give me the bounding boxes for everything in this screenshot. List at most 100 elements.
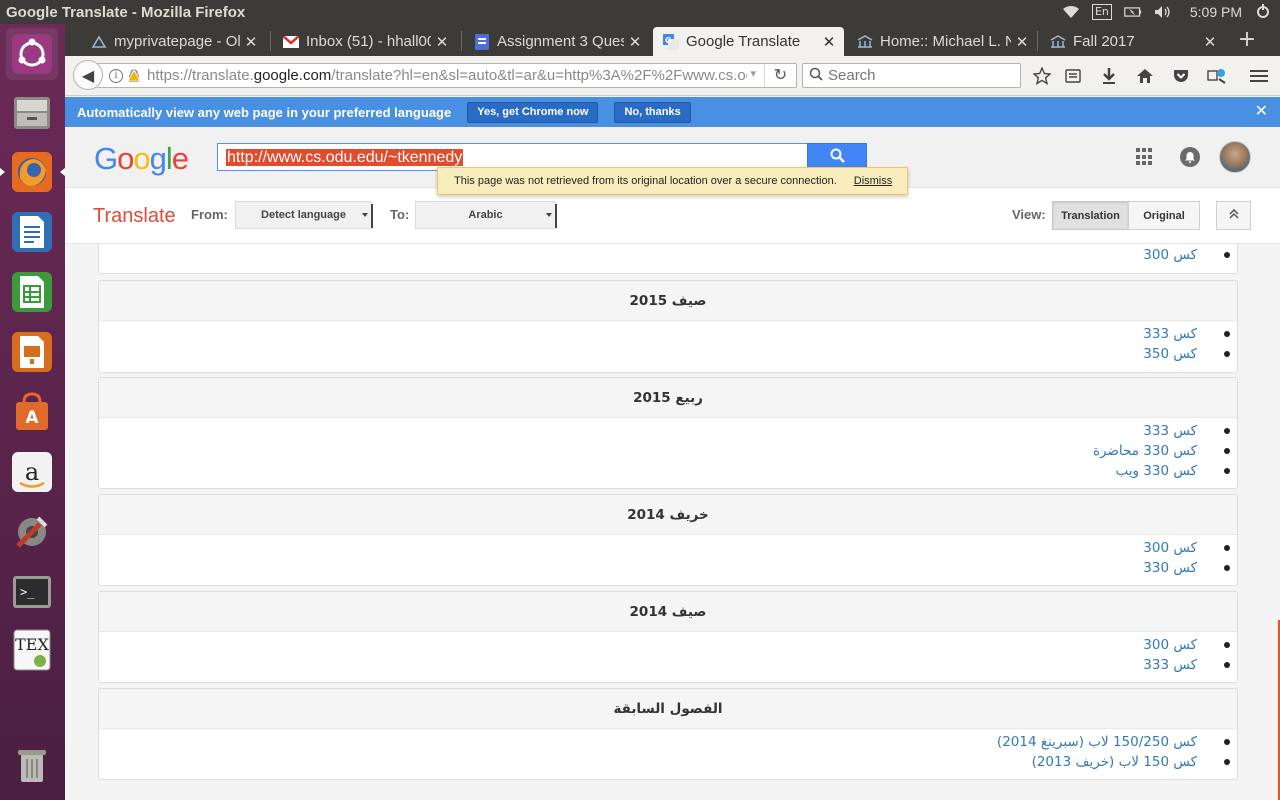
course-link[interactable]: كس 150 لاب (خريف 2013) (99, 752, 1230, 772)
course-link[interactable]: كس 350 (99, 344, 1230, 364)
from-label: From: (191, 207, 228, 222)
insecure-connection-notice: This page was not retrieved from its ori… (437, 167, 908, 195)
firefox-icon[interactable] (6, 146, 58, 198)
translate-icon: G (663, 33, 679, 50)
bookmark-star-icon[interactable] (1030, 64, 1054, 88)
tab-myprivatepage[interactable]: myprivatepage - Old ✕ (81, 27, 266, 56)
course-link[interactable]: كس 330 ويب (99, 461, 1230, 481)
libreoffice-writer-icon[interactable] (6, 206, 58, 258)
hamburger-menu-icon[interactable] (1247, 64, 1271, 88)
select-edge (371, 204, 373, 228)
tab-divider (461, 31, 462, 51)
texmaker-icon[interactable]: TEX (6, 624, 58, 676)
url-suffix: /translate?hl=en&sl=auto&tl=ar&u=http%3A… (331, 67, 747, 84)
tab-label: Google Translate (686, 33, 801, 50)
close-tab-icon[interactable]: ✕ (244, 33, 258, 51)
volume-icon[interactable] (1154, 4, 1172, 20)
url-dropdown-icon[interactable]: ▾ (750, 67, 756, 80)
tab-label: myprivatepage - Old (114, 33, 240, 50)
pocket-icon[interactable] (1169, 64, 1193, 88)
libreoffice-impress-icon[interactable] (6, 326, 58, 378)
home-icon[interactable] (1133, 64, 1157, 88)
course-link[interactable]: كس 300 (99, 635, 1230, 655)
power-gear-icon[interactable] (1254, 4, 1272, 20)
course-link[interactable]: كس 333 (99, 324, 1230, 344)
terminal-icon[interactable]: >_ (6, 566, 58, 618)
tab-divider (270, 31, 271, 51)
tab-inbox[interactable]: Inbox (51) - hhall007 ✕ (273, 27, 457, 56)
select-edge (555, 204, 557, 228)
get-chrome-button[interactable]: Yes, get Chrome now (467, 101, 599, 123)
view-translation-button[interactable]: Translation (1052, 201, 1129, 230)
keyboard-layout-indicator[interactable]: En (1091, 4, 1112, 20)
url-bar[interactable]: i https://translate.google.com/translate… (97, 63, 797, 88)
course-link[interactable]: كس 333 (99, 421, 1230, 441)
tab-label: Inbox (51) - hhall007 (306, 33, 431, 50)
close-tab-icon[interactable]: ✕ (435, 33, 449, 51)
svg-text:G: G (665, 36, 672, 45)
tab-fall-2017[interactable]: Fall 2017 ✕ (1040, 27, 1225, 56)
panel-body: كس 150/250 لاب (سبرينغ 2014) كس 150 لاب … (99, 729, 1237, 772)
info-icon[interactable]: i (109, 68, 123, 83)
course-panel: صيف 2015 كس 333 كس 350 (98, 280, 1238, 373)
chrome-promo-bar: Automatically view any web page in your … (65, 97, 1280, 127)
tab-google-translate[interactable]: G Google Translate ✕ (653, 27, 844, 56)
chevron-up-icon (1228, 208, 1240, 223)
ubuntu-dash-icon[interactable] (6, 28, 58, 80)
new-tab-button[interactable]: + (1233, 27, 1261, 55)
url-input-value: http://www.cs.odu.edu/~tkennedy (226, 149, 464, 166)
close-icon[interactable]: ✕ (1255, 101, 1268, 120)
tab-home-michael[interactable]: Home:: Michael L. Nelson ✕ (847, 27, 1037, 56)
wifi-icon[interactable] (1062, 4, 1080, 20)
search-box[interactable] (802, 63, 1021, 88)
reading-list-icon[interactable] (1061, 64, 1085, 88)
back-button[interactable]: ◀ (73, 60, 103, 90)
panel-title: الفصول السابقة (99, 689, 1237, 729)
course-link[interactable]: كس 333 (99, 655, 1230, 675)
window-title: Google Translate - Mozilla Firefox (6, 3, 246, 21)
course-link[interactable]: كس 300 (99, 538, 1230, 558)
tab-label: Fall 2017 (1073, 33, 1135, 50)
dismiss-link[interactable]: Dismiss (854, 175, 893, 187)
source-language-value: Detect language (261, 209, 346, 221)
system-settings-icon[interactable] (6, 506, 58, 558)
close-tab-icon[interactable]: ✕ (1015, 33, 1029, 51)
libreoffice-calc-icon[interactable] (6, 266, 58, 318)
course-link[interactable]: كس 330 محاضرة (99, 441, 1230, 461)
software-center-icon[interactable]: A (6, 386, 58, 438)
extension-icon[interactable] (1205, 64, 1229, 88)
insecure-lock-icon[interactable] (127, 68, 141, 83)
close-tab-icon[interactable]: ✕ (1203, 33, 1217, 51)
reload-icon[interactable]: ↻ (764, 64, 796, 87)
translated-page: كس 300 صيف 2015 كس 333 كس 350 ربيع 2015 … (65, 244, 1280, 800)
chevron-down-icon (362, 213, 368, 217)
collapse-toolbar-button[interactable] (1216, 201, 1251, 230)
tab-assignment[interactable]: Assignment 3 Questions ✕ (464, 27, 650, 56)
clock[interactable]: 5:09 PM (1190, 4, 1242, 20)
battery-icon[interactable] (1124, 4, 1142, 20)
page-icon (857, 34, 873, 50)
view-original-button[interactable]: Original (1128, 201, 1200, 230)
promo-text: Automatically view any web page in your … (77, 104, 452, 120)
account-avatar[interactable] (1219, 141, 1251, 173)
target-language-select[interactable]: Arabic (415, 201, 557, 229)
files-icon[interactable] (6, 87, 58, 139)
course-link[interactable]: كس 150/250 لاب (سبرينغ 2014) (99, 732, 1230, 752)
course-link[interactable]: كس 300 (99, 245, 1230, 265)
search-input[interactable] (828, 67, 1008, 84)
url-domain: google.com (253, 67, 332, 84)
url-text: https://translate.google.com/translate?h… (147, 67, 747, 84)
notifications-bell-icon[interactable] (1180, 147, 1200, 167)
close-tab-icon[interactable]: ✕ (628, 33, 642, 51)
no-thanks-button[interactable]: No, thanks (614, 101, 691, 123)
tab-divider (1037, 31, 1038, 51)
amazon-icon[interactable]: a (6, 446, 58, 498)
google-logo[interactable]: Google (94, 141, 189, 177)
source-language-select[interactable]: Detect language (235, 201, 373, 229)
app-launcher: A a >_ TEX (0, 24, 65, 800)
course-link[interactable]: كس 330 (99, 558, 1230, 578)
download-icon[interactable] (1097, 64, 1121, 88)
trash-icon[interactable] (6, 738, 58, 790)
close-tab-icon[interactable]: ✕ (822, 33, 836, 51)
apps-grid-icon[interactable] (1136, 148, 1154, 166)
